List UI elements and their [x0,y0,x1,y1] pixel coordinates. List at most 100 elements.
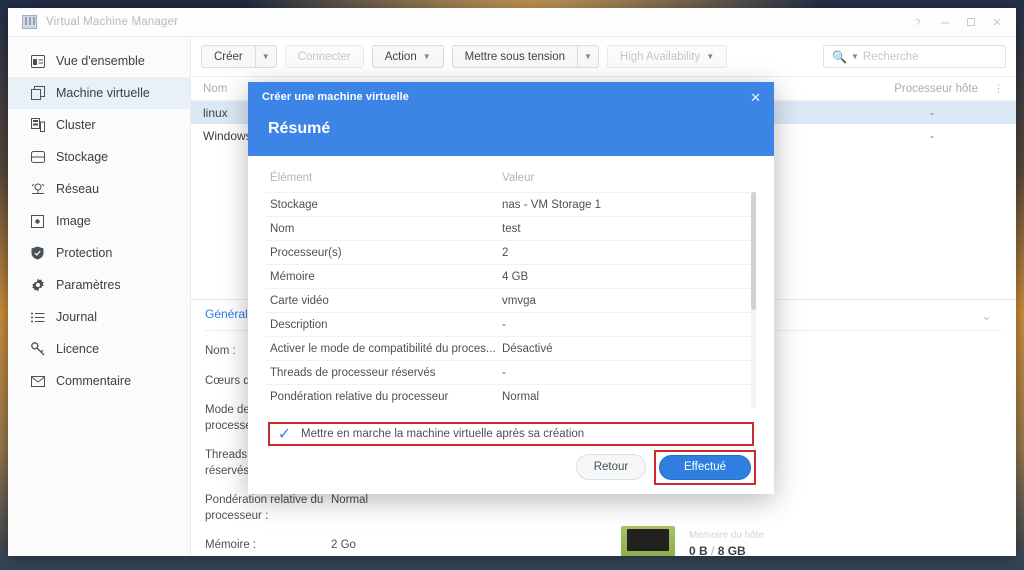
high-availability-button[interactable]: High Availability ▼ [606,45,728,68]
search-box[interactable]: 🔍 ▼ Recherche [823,45,1006,68]
summary-element: Nom [270,222,295,235]
close-icon[interactable]: ✕ [750,91,761,104]
sidebar-item-label: Vue d'ensemble [56,54,145,68]
checkbox-label: Mettre en marche la machine virtuelle ap… [301,428,585,440]
summary-element: Processeur(s) [270,246,342,259]
sidebar-item-label: Paramètres [56,278,121,292]
sidebar-item-parametres[interactable]: Paramètres [8,269,190,301]
summary-element: Pondération relative du processeur [270,390,449,403]
back-button[interactable]: Retour [576,454,646,480]
column-header-name[interactable]: Nom [203,83,253,95]
summary-element: Description [270,318,328,331]
sidebar-item-cluster[interactable]: Cluster [8,109,190,141]
sidebar-item-stockage[interactable]: Stockage [8,141,190,173]
done-button[interactable]: Effectué [659,454,751,480]
chevron-down-icon: ▼ [422,52,431,61]
sidebar-item-label: Commentaire [56,374,132,388]
memory-readout: Mémoire du hôte 0 B / 8 GB [689,526,965,556]
table-row: Pondération relative du processeur Norma… [266,384,756,408]
chevron-down-icon: ▼ [706,52,715,61]
power-on-button[interactable]: Mettre sous tension [451,45,577,68]
summary-table-header: Élément Valeur [266,172,756,192]
scrollbar-thumb[interactable] [751,192,756,310]
table-row: Description - [266,312,756,336]
sidebar-item-label: Stockage [56,150,109,164]
sidebar-item-machine-virtuelle[interactable]: Machine virtuelle [8,77,190,109]
close-button[interactable] [984,10,1010,34]
checkbox-checked-icon[interactable]: ✓ [278,426,291,443]
column-options-icon[interactable]: ⋮ [993,82,1004,95]
search-placeholder: Recherche [862,50,919,63]
ha-button-label: High Availability [619,50,701,63]
create-dropdown-arrow[interactable]: ▼ [254,45,277,68]
tab-general[interactable]: Général [205,307,248,323]
power-button-group: Mettre sous tension ▼ [451,45,599,68]
minimize-button[interactable] [932,10,958,34]
summary-value: nas - VM Storage 1 [502,198,602,211]
scrollbar-track[interactable] [751,192,756,408]
summary-value: Normal [502,390,540,403]
sidebar-item-commentaire[interactable]: Commentaire [8,365,190,397]
sidebar-item-label: Licence [56,342,100,356]
dialog-kicker: Créer une machine virtuelle [262,91,409,103]
chevron-down-icon: ▼ [584,52,592,61]
summary-element: Stockage [270,198,318,211]
summary-value: test [502,222,521,235]
column-header-element: Élément [270,172,313,184]
window-title: Virtual Machine Manager [46,16,179,28]
toolbar: Créer ▼ Connecter Action ▼ Mettre sous te… [191,37,1016,77]
sidebar-item-reseau[interactable]: Réseau [8,173,190,205]
application-window: Virtual Machine Manager ? Vue d'ensemble [8,8,1016,556]
sidebar-item-label: Réseau [56,182,100,196]
chevron-down-icon: ▼ [261,52,270,61]
sidebar-item-licence[interactable]: Licence [8,333,190,365]
sidebar-item-label: Journal [56,310,97,324]
search-icon: 🔍 [832,49,847,64]
help-button[interactable]: ? [906,10,932,34]
network-icon [30,182,45,197]
vm-host-cpu: - [930,105,934,120]
summary-element: Carte vidéo [270,294,329,307]
summary-element: Activer le mode de compatibilité du proc… [270,342,496,355]
sidebar-item-journal[interactable]: Journal [8,301,190,333]
summary-value: - [502,366,506,379]
detail-label: Pondération relative du processeur : [205,494,324,522]
sidebar-item-protection[interactable]: Protection [8,237,190,269]
table-row: Carte vidéo vmvga [266,288,756,312]
done-button-highlight: Effectué [654,449,756,485]
connect-button[interactable]: Connecter [284,45,364,68]
maximize-button[interactable] [958,10,984,34]
summary-value: vmvga [502,294,536,307]
vm-host-cpu: - [930,128,934,143]
power-dropdown-arrow[interactable]: ▼ [577,45,599,68]
sidebar-item-image[interactable]: Image [8,205,190,237]
create-button[interactable]: Créer [201,45,255,68]
table-row: Activer le mode de compatibilité du proc… [266,336,756,360]
action-button[interactable]: Action ▼ [371,45,444,68]
create-button-group: Créer ▼ [201,45,277,68]
table-row: Nom test [266,216,756,240]
shield-icon [30,246,45,261]
summary-table[interactable]: Stockage nas - VM Storage 1 Nom test Pro… [266,192,756,408]
sidebar-item-label: Protection [56,246,113,260]
summary-value: - [502,318,506,331]
table-row: Stockage nas - VM Storage 1 [266,192,756,216]
envelope-icon [30,374,45,389]
column-header-host-cpu[interactable]: Processeur hôte [894,83,1004,95]
dialog-body: Élément Valeur Stockage nas - VM Storage… [248,156,774,446]
collapse-panel-icon[interactable]: ⌄ [981,308,992,324]
vm-name: linux [203,105,228,120]
dialog-header: Créer une machine virtuelle Résumé ✕ [248,82,774,156]
table-row: Mémoire 4 GB [266,264,756,288]
host-memory-widget: Mémoire du hôte 0 B / 8 GB [621,526,965,556]
action-button-label: Action [384,50,417,63]
memory-separator: / [711,544,715,556]
create-vm-dialog: Créer une machine virtuelle Résumé ✕ Élé… [248,82,774,494]
overview-icon [30,54,45,69]
virtual-machine-icon [30,86,45,101]
memory-used: 0 B [689,544,708,556]
summary-value: 4 GB [502,270,529,283]
sidebar-item-vue-densemble[interactable]: Vue d'ensemble [8,45,190,77]
cluster-icon [30,118,45,133]
title-bar: Virtual Machine Manager ? [8,8,1016,37]
